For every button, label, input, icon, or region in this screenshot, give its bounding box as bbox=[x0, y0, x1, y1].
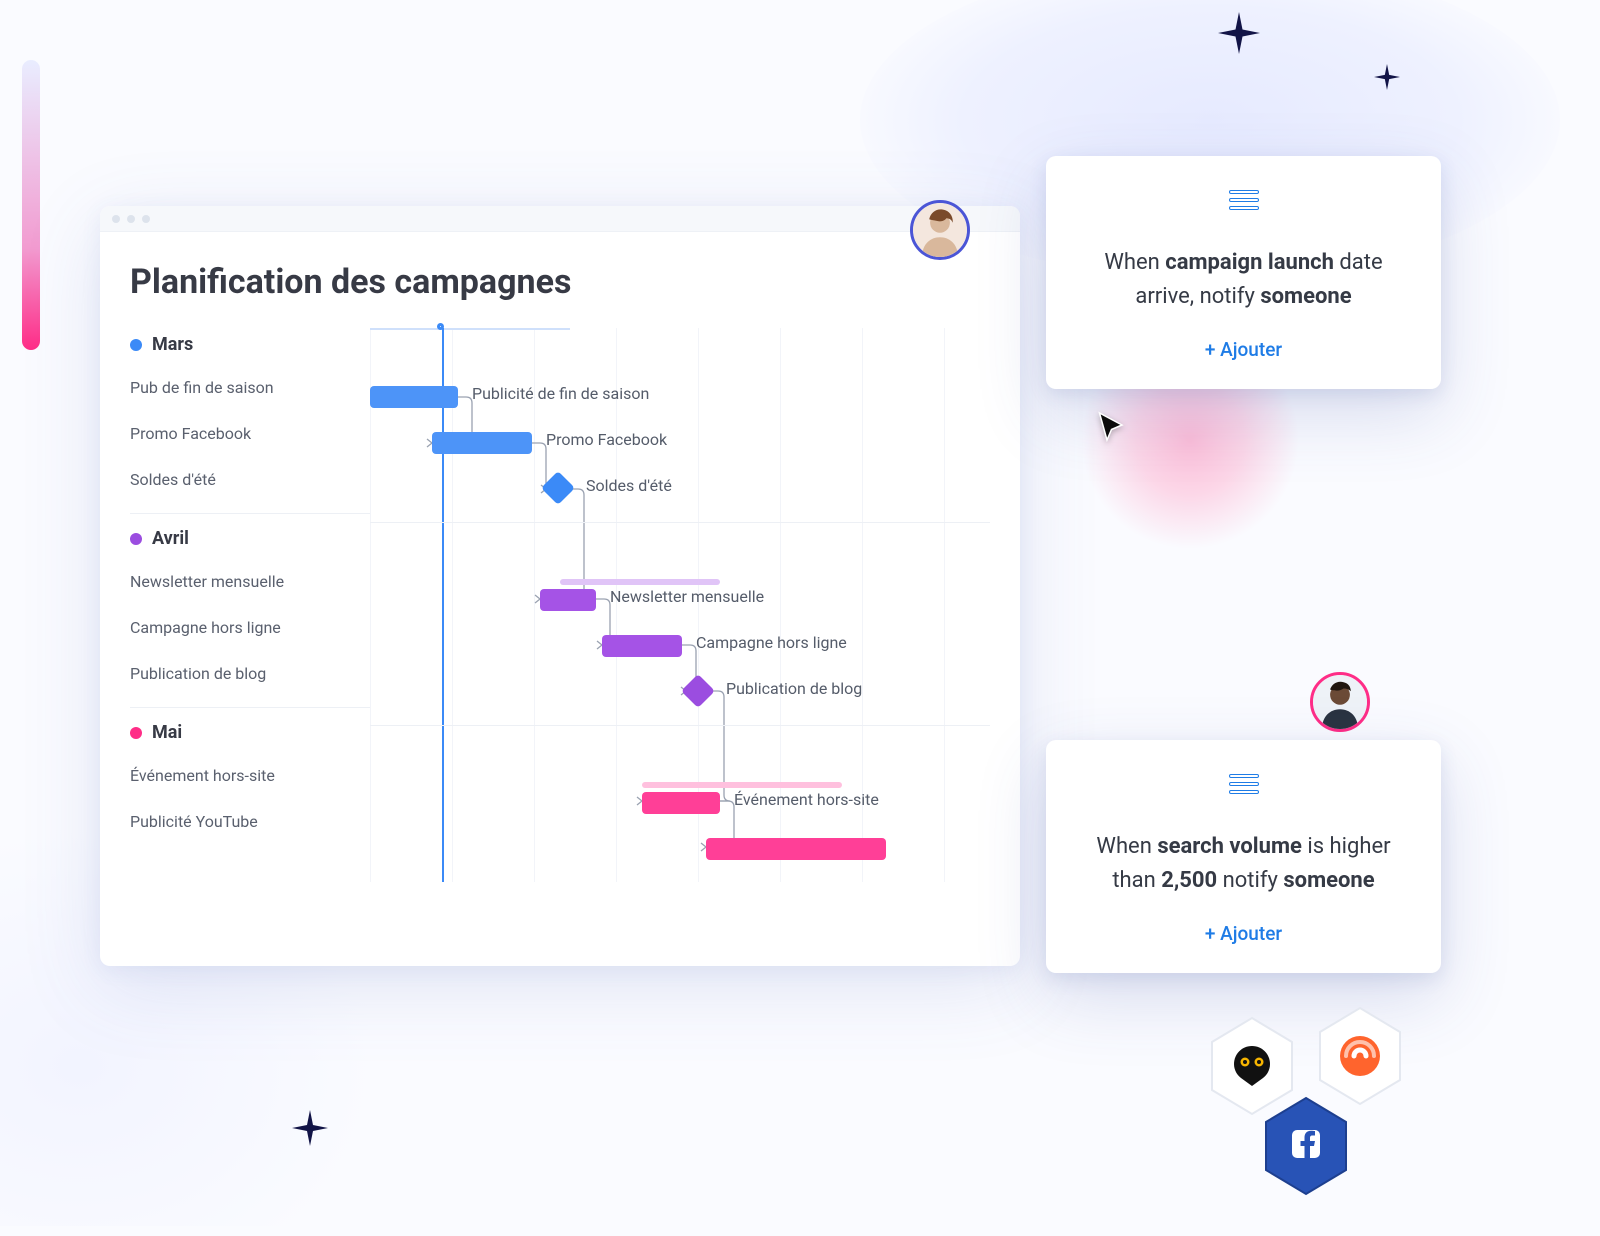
group-name: Mars bbox=[152, 334, 193, 355]
task-label[interactable]: Événement hors-site bbox=[130, 753, 370, 799]
integration-facebook-icon[interactable] bbox=[1262, 1096, 1350, 1196]
avatar[interactable] bbox=[1310, 672, 1370, 732]
lines-icon bbox=[1229, 190, 1259, 216]
gantt-bar-label: Publication de blog bbox=[726, 679, 862, 698]
sparkle-icon bbox=[292, 1110, 328, 1146]
gantt-bar-baseline bbox=[642, 782, 842, 788]
automation-card[interactable]: When campaign launch date arrive, notify… bbox=[1046, 156, 1441, 389]
left-accent-bar bbox=[22, 60, 40, 350]
gantt-bar[interactable] bbox=[432, 432, 532, 454]
gantt-bar-row[interactable]: Publication de blog bbox=[370, 669, 990, 715]
sparkle-icon bbox=[1374, 64, 1400, 90]
group-header[interactable]: Mars bbox=[130, 334, 370, 355]
add-automation-button[interactable]: + Ajouter bbox=[1082, 922, 1405, 945]
gantt-bar-row[interactable]: Soldes d'été bbox=[370, 466, 990, 512]
gantt-group[interactable]: Avril Newsletter mensuelleCampagne hors l… bbox=[130, 513, 370, 707]
gantt-bar[interactable] bbox=[370, 386, 458, 408]
avatar[interactable] bbox=[910, 200, 970, 260]
chrome-dot bbox=[142, 215, 150, 223]
gantt-labels-column: Mars Pub de fin de saisonPromo FacebookSo… bbox=[130, 328, 370, 855]
add-automation-button[interactable]: + Ajouter bbox=[1082, 338, 1405, 361]
lines-icon bbox=[1229, 774, 1259, 800]
gantt-bar[interactable] bbox=[706, 838, 886, 860]
gantt-bar-row[interactable]: Campagne hors ligne bbox=[370, 623, 990, 669]
group-header[interactable]: Avril bbox=[130, 528, 370, 549]
task-label[interactable]: Promo Facebook bbox=[130, 411, 370, 457]
gantt-bar-row[interactable]: Newsletter mensuelle bbox=[370, 577, 990, 623]
gantt-bar-label: Newsletter mensuelle bbox=[610, 587, 764, 606]
task-label[interactable]: Campagne hors ligne bbox=[130, 605, 370, 651]
group-name: Avril bbox=[152, 528, 189, 549]
group-name: Mai bbox=[152, 722, 182, 743]
gantt-chart-area[interactable]: Publicité de fin de saison Promo Facebook… bbox=[370, 328, 990, 882]
integration-semrush-icon[interactable] bbox=[1316, 1006, 1404, 1106]
gantt-bar-baseline bbox=[560, 579, 720, 585]
group-color-dot bbox=[130, 339, 142, 351]
gantt-bar-label: Événement hors-site bbox=[734, 790, 879, 809]
gantt-milestone[interactable] bbox=[681, 674, 715, 708]
group-header[interactable]: Mai bbox=[130, 722, 370, 743]
gantt-chart[interactable]: MarsPub de fin de saisonPromo FacebookSo… bbox=[130, 328, 990, 882]
gantt-bar-row[interactable]: Promo Facebook bbox=[370, 420, 990, 466]
gantt-bar-label: Soldes d'été bbox=[586, 476, 672, 495]
automation-rule-text: When search volume is higher than 2,500 … bbox=[1082, 830, 1405, 898]
gantt-milestone[interactable] bbox=[541, 471, 575, 505]
chrome-dot bbox=[112, 215, 120, 223]
task-label[interactable]: Publicité YouTube bbox=[130, 799, 370, 845]
group-color-dot bbox=[130, 727, 142, 739]
automation-rule-text: When campaign launch date arrive, notify… bbox=[1082, 246, 1405, 314]
page-title: Planification des campagnes bbox=[130, 262, 990, 302]
gantt-bar[interactable] bbox=[540, 589, 596, 611]
task-label[interactable]: Soldes d'été bbox=[130, 457, 370, 503]
gantt-bar[interactable] bbox=[642, 792, 720, 814]
gantt-bar-row[interactable]: Publicité de fin de saison bbox=[370, 374, 990, 420]
automation-card[interactable]: When search volume is higher than 2,500 … bbox=[1046, 740, 1441, 973]
gantt-bar-label: Campagne hors ligne bbox=[696, 633, 847, 652]
gantt-group[interactable]: Mars Pub de fin de saisonPromo FacebookSo… bbox=[130, 328, 370, 513]
gantt-window: Planification des campagnes Mars Pub de f… bbox=[100, 206, 1020, 966]
cursor-icon bbox=[1095, 410, 1131, 446]
gantt-bar-label: Publicité de fin de saison bbox=[472, 384, 649, 403]
group-color-dot bbox=[130, 533, 142, 545]
task-label[interactable]: Pub de fin de saison bbox=[130, 365, 370, 411]
gantt-group[interactable]: Mai Événement hors-sitePublicité YouTube bbox=[130, 707, 370, 855]
sparkle-icon bbox=[1218, 12, 1260, 54]
window-chrome bbox=[100, 206, 1020, 232]
task-label[interactable]: Newsletter mensuelle bbox=[130, 559, 370, 605]
chrome-dot bbox=[127, 215, 135, 223]
gantt-bar[interactable] bbox=[602, 635, 682, 657]
gantt-bar-row[interactable]: Événement hors-site bbox=[370, 780, 990, 826]
gantt-bar-row[interactable] bbox=[370, 826, 990, 872]
gantt-bar-label: Promo Facebook bbox=[546, 430, 667, 449]
task-label[interactable]: Publication de blog bbox=[130, 651, 370, 697]
